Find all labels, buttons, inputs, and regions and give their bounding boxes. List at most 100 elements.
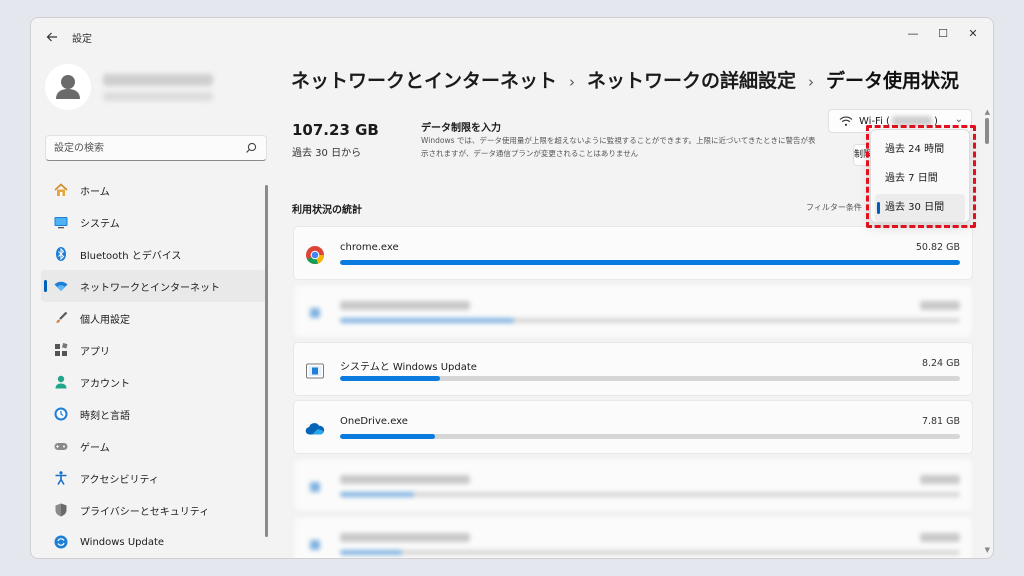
app-usage-row: chrome.exe 50.82 GB	[293, 226, 973, 280]
sidebar-item-label: 個人用設定	[80, 314, 130, 326]
title-bar: 設定 — ☐ ✕	[31, 18, 993, 56]
app-size: 50.82 GB	[915, 242, 960, 253]
wifi-icon	[839, 116, 853, 126]
stats-title: 利用状況の統計	[292, 205, 362, 216]
sidebar-item-network[interactable]: ネットワークとインターネット	[41, 270, 267, 302]
close-button[interactable]: ✕	[959, 24, 987, 44]
app-name-redacted	[340, 475, 470, 484]
breadcrumb-separator: ›	[808, 73, 815, 91]
app-name-redacted	[340, 301, 470, 310]
sidebar-item-label: Bluetooth とデバイス	[80, 250, 182, 262]
sidebar-item-privacy[interactable]: プライバシーとセキュリティ	[41, 494, 267, 526]
page-title: データ使用状況	[826, 70, 960, 92]
onedrive-icon	[305, 419, 325, 439]
sidebar-item-accessibility[interactable]: アクセシビリティ	[41, 462, 267, 494]
breadcrumb-separator: ›	[569, 73, 576, 91]
back-button[interactable]	[43, 28, 61, 46]
home-icon	[52, 181, 70, 199]
app-title: 設定	[72, 34, 92, 45]
usage-bar-fill	[340, 492, 415, 497]
usage-bar-fill	[340, 376, 441, 381]
profile-name-redacted	[103, 74, 213, 86]
sidebar-item-label: ネットワークとインターネット	[80, 282, 220, 294]
bluetooth-icon	[52, 245, 70, 263]
app-icon	[305, 477, 325, 497]
usage-bar	[340, 260, 960, 265]
sidebar-item-label: ゲーム	[80, 442, 110, 454]
filter-label: フィルター条件	[806, 203, 862, 212]
sidebar-item-label: アクセシビリティ	[80, 474, 159, 486]
search-icon[interactable]	[244, 141, 258, 155]
sidebar-item-label: ホーム	[80, 186, 110, 198]
usage-bar-fill	[340, 318, 514, 323]
app-usage-row-redacted	[293, 458, 973, 512]
app-name: chrome.exe	[340, 242, 399, 253]
sidebar-item-label: アプリ	[80, 346, 110, 358]
avatar[interactable]	[45, 64, 91, 110]
app-usage-row-redacted	[293, 516, 973, 558]
sidebar-item-label: 時刻と言語	[80, 410, 130, 422]
profile-email-redacted	[103, 92, 213, 101]
settings-window: 設定 — ☐ ✕ ホーム システム	[30, 17, 994, 559]
app-name: システムと Windows Update	[340, 362, 477, 373]
breadcrumb-advanced-network[interactable]: ネットワークの詳細設定	[587, 70, 796, 92]
sidebar-scrollbar[interactable]	[265, 185, 268, 537]
sidebar-item-apps[interactable]: アプリ	[41, 334, 267, 366]
search-box	[45, 135, 267, 161]
system-icon	[52, 213, 70, 231]
chevron-down-icon: ⌄	[954, 114, 963, 125]
app-size-redacted	[920, 475, 960, 484]
sidebar-item-label: Windows Update	[80, 536, 165, 548]
usage-bar	[340, 434, 960, 439]
app-size-redacted	[920, 533, 960, 542]
sidebar-item-home[interactable]: ホーム	[41, 174, 267, 206]
windows-update-app-icon	[305, 361, 325, 381]
update-icon	[52, 533, 70, 551]
app-name: OneDrive.exe	[340, 416, 408, 427]
usage-bar-fill	[340, 434, 436, 439]
account-icon	[52, 373, 70, 391]
sidebar-item-system[interactable]: システム	[41, 206, 267, 238]
user-icon	[56, 75, 80, 99]
breadcrumb: ネットワークとインターネット › ネットワークの詳細設定 › データ使用状況	[291, 66, 959, 93]
usage-bar	[340, 376, 960, 381]
scroll-up-icon[interactable]: ▲	[985, 108, 990, 116]
apps-icon	[52, 341, 70, 359]
brush-icon	[52, 309, 70, 327]
sidebar-item-personalization[interactable]: 個人用設定	[41, 302, 267, 334]
scroll-down-icon[interactable]: ▼	[985, 546, 990, 554]
usage-bar	[340, 550, 960, 555]
globe-clock-icon	[52, 405, 70, 423]
arrow-left-icon	[46, 32, 57, 42]
maximize-button[interactable]: ☐	[929, 24, 957, 44]
usage-bar	[340, 318, 960, 323]
breadcrumb-network[interactable]: ネットワークとインターネット	[291, 70, 557, 92]
wifi-icon	[52, 277, 70, 295]
app-size-redacted	[920, 301, 960, 310]
usage-bar-fill	[340, 550, 402, 555]
sidebar-item-bluetooth[interactable]: Bluetooth とデバイス	[41, 238, 267, 270]
app-size: 8.24 GB	[921, 358, 960, 369]
sidebar-item-gaming[interactable]: ゲーム	[41, 430, 267, 462]
sidebar-nav: ホーム システム Bluetooth とデバイス ネットワークとインターネット …	[41, 174, 267, 558]
shield-icon	[52, 501, 70, 519]
usage-bar	[340, 492, 960, 497]
search-input[interactable]	[54, 136, 234, 160]
app-icon	[305, 303, 325, 323]
usage-total: 107.23 GB	[292, 121, 379, 139]
app-name-redacted	[340, 533, 470, 542]
minimize-button[interactable]: —	[899, 24, 927, 44]
app-usage-row-redacted	[293, 284, 973, 338]
app-usage-list: chrome.exe 50.82 GB システムと Windows Update…	[293, 226, 973, 558]
sidebar-item-accounts[interactable]: アカウント	[41, 366, 267, 398]
sidebar-item-label: システム	[80, 218, 120, 230]
accessibility-icon	[52, 469, 70, 487]
app-usage-row: OneDrive.exe 7.81 GB	[293, 400, 973, 454]
data-limit-description: Windows では、データ使用量が上限を超えないように監視することができます。…	[421, 136, 816, 158]
gamepad-icon	[52, 437, 70, 455]
usage-bar-fill	[340, 260, 960, 265]
sidebar-item-time-language[interactable]: 時刻と言語	[41, 398, 267, 430]
main-scrollbar[interactable]	[985, 118, 989, 144]
app-size: 7.81 GB	[921, 416, 960, 427]
sidebar-item-windows-update[interactable]: Windows Update	[41, 526, 267, 558]
